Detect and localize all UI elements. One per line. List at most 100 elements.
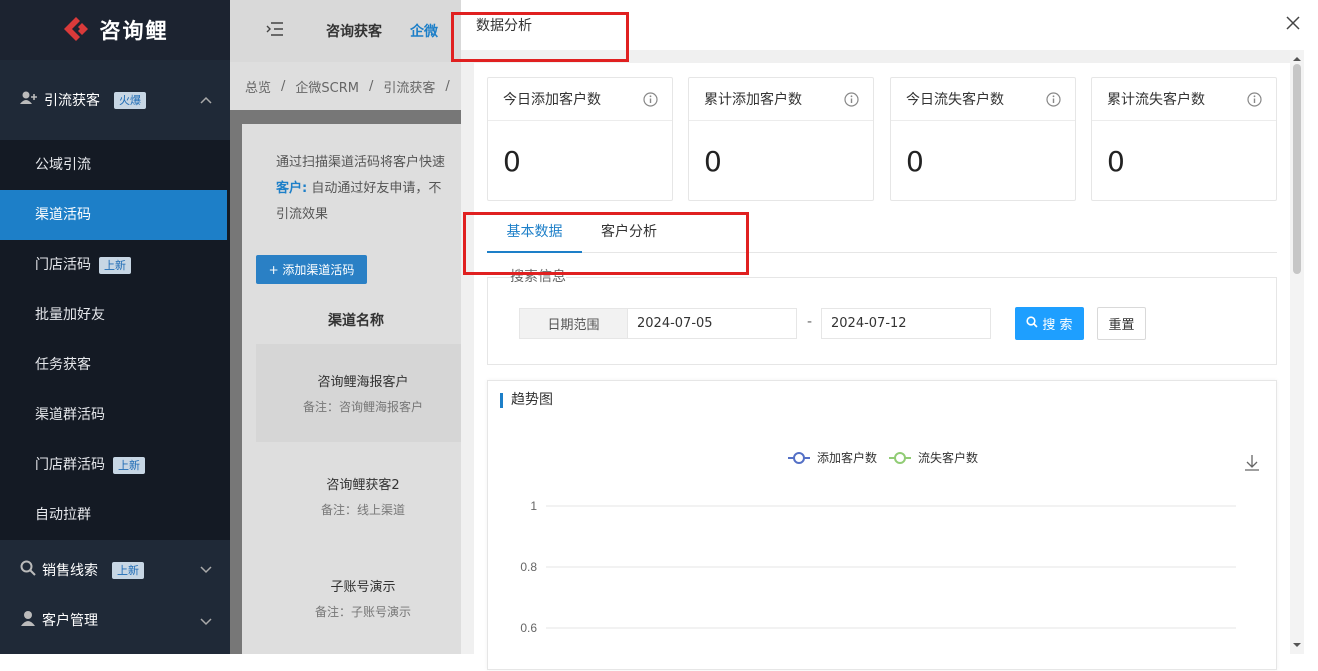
stat-card-total-lost: 累计流失客户数 0 xyxy=(1091,77,1277,201)
chart-legend[interactable]: 添加客户数 流失客户数 xyxy=(788,450,978,465)
topbar-tab-consult[interactable]: 咨询获客 xyxy=(326,21,382,41)
sidebar-item-public-traffic[interactable]: 公域引流 xyxy=(0,140,230,190)
topbar: 咨询获客 企微 xyxy=(230,0,470,62)
y-axis-ticks: 1 0.8 0.6 xyxy=(520,499,537,635)
date-range-label: 日期范围 xyxy=(519,308,628,339)
logo-icon xyxy=(62,15,92,45)
gridlines xyxy=(546,505,1236,629)
topbar-tab-wecom[interactable]: 企微 xyxy=(410,21,438,41)
page-description: 通过扫描渠道活码将客户快速 客户: 自动通过好友申请，不 引流效果 xyxy=(276,150,466,228)
drawer-panel: 今日添加客户数 0 累计添加客户数 0 今日流失客户数 0 累计流失客户数 0 … xyxy=(474,63,1303,670)
start-date-input[interactable]: 2024-07-05 xyxy=(627,308,797,339)
table-row[interactable]: 咨询鲤海报客户 备注：咨询鲤海报客户 xyxy=(256,344,470,442)
sidebar-item-store-group-code[interactable]: 门店群活码 上新 xyxy=(0,440,230,490)
reset-button[interactable]: 重置 xyxy=(1097,307,1146,340)
chevron-down-icon xyxy=(200,614,212,630)
chevron-up-icon xyxy=(200,92,212,108)
legend-marker-added xyxy=(793,452,805,464)
scroll-up-icon[interactable] xyxy=(1290,54,1304,64)
menu-group-lead-gen[interactable]: 引流获客 火爆 xyxy=(0,60,230,140)
table-row[interactable]: 子账号演示 备注：子账号演示 xyxy=(256,552,470,644)
sidebar-item-auto-group[interactable]: 自动拉群 xyxy=(0,490,230,540)
user-add-icon xyxy=(20,91,38,109)
sidebar: 咨询鲤 引流获客 火爆 公域引流 渠道活码 门店活码 上新 批量加好友 任务获客 … xyxy=(0,0,230,654)
stat-label: 今日添加客户数 xyxy=(503,92,601,108)
tab-customer-analysis[interactable]: 客户分析 xyxy=(601,213,657,253)
stat-value: 0 xyxy=(906,145,924,178)
submenu: 公域引流 渠道活码 门店活码 上新 批量加好友 任务获客 渠道群活码 门店群活码上… xyxy=(0,140,230,540)
menu-group-customer-mgmt[interactable]: 客户管理 xyxy=(0,600,230,640)
sidebar-item-channel-group-code[interactable]: 渠道群活码 xyxy=(0,390,230,440)
data-analysis-drawer: 数据分析 今日添加客户数 0 累计添加客户数 0 今日流失客户数 0 累计流失客… xyxy=(461,0,1318,670)
tab-basic-data[interactable]: 基本数据 xyxy=(487,213,582,253)
new-badge: 上新 xyxy=(112,561,144,579)
scrollbar[interactable] xyxy=(1290,50,1304,654)
user-icon xyxy=(20,610,36,630)
table-row[interactable]: 咨询鲤获客2 备注：线上渠道 xyxy=(256,450,470,542)
download-icon[interactable] xyxy=(1245,455,1259,471)
stat-label: 累计添加客户数 xyxy=(704,92,802,108)
stat-title: 累计添加客户数 xyxy=(689,78,873,121)
breadcrumb-item[interactable]: 总览 xyxy=(245,77,271,96)
menu-group-sales-leads[interactable]: 销售线索 上新 xyxy=(0,540,230,600)
row-name: 咨询鲤海报客户 xyxy=(317,375,409,390)
sidebar-item-label: 任务获客 xyxy=(35,357,91,373)
stat-label: 累计流失客户数 xyxy=(1107,92,1205,108)
row-note: 备注：子账号演示 xyxy=(314,605,411,619)
stat-card-today-lost: 今日流失客户数 0 xyxy=(890,77,1076,201)
legend-label-added: 添加客户数 xyxy=(817,450,877,465)
stat-value: 0 xyxy=(704,145,722,178)
y-tick-label: 1 xyxy=(530,499,537,513)
sidebar-item-label: 渠道群活码 xyxy=(35,407,105,423)
row-name: 子账号演示 xyxy=(330,580,396,595)
chevron-down-icon xyxy=(200,562,212,578)
scroll-down-icon[interactable] xyxy=(1290,640,1304,650)
drawer-title: 数据分析 xyxy=(476,18,532,34)
sidebar-item-task-acquire[interactable]: 任务获客 xyxy=(0,340,230,390)
breadcrumb-item[interactable]: 引流获客 xyxy=(383,77,435,96)
close-icon[interactable] xyxy=(1284,14,1302,32)
search-button[interactable]: 搜 索 xyxy=(1015,307,1084,340)
legend-item-added: 添加客户数 xyxy=(788,450,877,465)
drawer-header: 数据分析 xyxy=(461,0,1318,50)
logo[interactable]: 咨询鲤 xyxy=(0,0,230,60)
stat-card-total-added: 累计添加客户数 0 xyxy=(688,77,874,201)
scrollbar-thumb[interactable] xyxy=(1293,64,1301,274)
breadcrumb-item[interactable]: 企微SCRM xyxy=(295,77,359,96)
row-note: 备注：咨询鲤海报客户 xyxy=(302,400,423,414)
search-icon xyxy=(20,560,36,580)
search-icon xyxy=(1026,315,1038,332)
sidebar-item-label: 自动拉群 xyxy=(35,507,91,523)
breadcrumb-separator: / xyxy=(281,78,286,94)
end-date-input[interactable]: 2024-07-12 xyxy=(821,308,991,339)
date-separator: - xyxy=(807,314,813,330)
sidebar-item-label: 门店群活码 xyxy=(35,457,105,473)
stat-value: 0 xyxy=(503,145,521,178)
breadcrumb-separator: / xyxy=(369,78,374,94)
trend-chart-card: 趋势图 添加客户数 流失客户数 1 0.8 0.6 xyxy=(487,380,1277,670)
info-icon[interactable] xyxy=(844,92,859,107)
drawer-body: 今日添加客户数 0 累计添加客户数 0 今日流失客户数 0 累计流失客户数 0 … xyxy=(461,50,1304,670)
sidebar-item-store-code[interactable]: 门店活码 上新 xyxy=(0,240,230,290)
app-name: 咨询鲤 xyxy=(99,19,169,43)
description-label: 客户: xyxy=(276,181,308,196)
stat-title: 今日流失客户数 xyxy=(891,78,1075,121)
row-name: 咨询鲤获客2 xyxy=(326,478,400,493)
sidebar-item-channel-code[interactable]: 渠道活码 xyxy=(0,190,227,240)
sidebar-item-batch-add[interactable]: 批量加好友 xyxy=(0,290,230,340)
menu-group-label: 引流获客 xyxy=(44,93,100,109)
legend-marker-lost xyxy=(894,452,906,464)
info-icon[interactable] xyxy=(1046,92,1061,107)
menu-group-label: 客户管理 xyxy=(42,613,98,629)
breadcrumb-separator: / xyxy=(445,78,450,94)
info-icon[interactable] xyxy=(1247,92,1262,107)
stat-title: 今日添加客户数 xyxy=(488,78,672,121)
add-channel-code-button[interactable]: + 添加渠道活码 xyxy=(256,255,367,284)
description-line: 引流效果 xyxy=(276,207,329,222)
row-note: 备注：线上渠道 xyxy=(320,503,405,517)
legend-label-lost: 流失客户数 xyxy=(918,450,978,465)
sidebar-item-label: 批量加好友 xyxy=(35,307,105,323)
stat-label: 今日流失客户数 xyxy=(906,92,1004,108)
info-icon[interactable] xyxy=(643,92,658,107)
menu-fold-icon[interactable] xyxy=(266,22,284,40)
